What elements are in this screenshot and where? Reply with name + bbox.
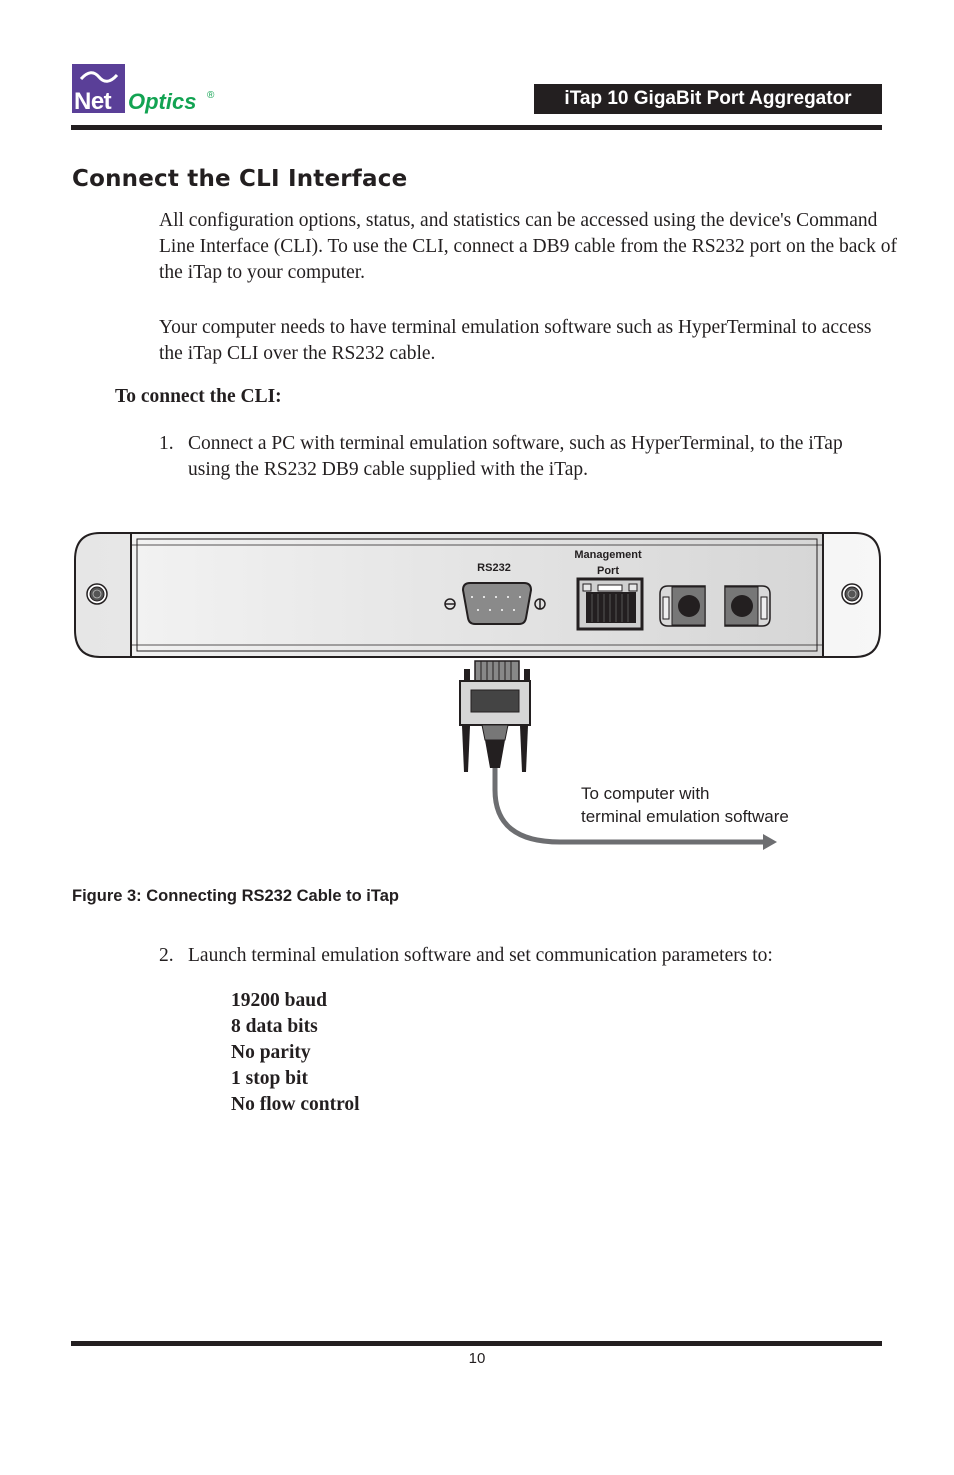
step-number: 1. xyxy=(159,433,174,454)
management-label-line1: Management xyxy=(574,549,642,561)
management-rj45-port-icon xyxy=(576,577,644,631)
param-data-bits: 8 data bits xyxy=(231,1016,318,1037)
step-1: 1. Connect a PC with terminal emulation … xyxy=(159,431,889,483)
registered-mark: ® xyxy=(207,90,215,101)
intro-paragraph: All configuration options, status, and s… xyxy=(159,210,897,283)
cable-line xyxy=(492,768,765,845)
figure-caption: Figure 3: Connecting RS232 Cable to iTap xyxy=(72,887,399,905)
param-stop-bit: 1 stop bit xyxy=(231,1068,308,1089)
logo-net-text: Net xyxy=(74,88,112,115)
sfp-port-1-icon xyxy=(659,585,706,627)
page-number: 10 xyxy=(468,1350,486,1367)
param-flow-control: No flow control xyxy=(231,1094,360,1115)
rs232-label: RS232 xyxy=(477,562,511,574)
rs232-connection-diagram: RS232 Management Port To computer with t… xyxy=(74,532,881,850)
arrow-right-icon xyxy=(763,834,777,850)
computer-label-line2: terminal emulation software xyxy=(581,807,789,826)
communication-parameters: 19200 baud 8 data bits No parity 1 stop … xyxy=(231,988,360,1118)
sfp-port-2-icon xyxy=(724,585,771,627)
wave-icon xyxy=(80,71,118,83)
netoptics-logo: Net Optics ® xyxy=(72,64,222,116)
procedure-heading: To connect the CLI: xyxy=(115,386,282,407)
param-parity: No parity xyxy=(231,1042,311,1063)
mount-screw-left-icon xyxy=(86,583,108,605)
step-text: Launch terminal emulation software and s… xyxy=(188,945,773,966)
section-title: Connect the CLI Interface xyxy=(72,166,408,192)
computer-label-line1: To computer with xyxy=(581,784,710,803)
step-text: Connect a PC with terminal emulation sof… xyxy=(188,433,843,480)
management-label-line2: Port xyxy=(597,565,619,577)
param-baud: 19200 baud xyxy=(231,990,327,1011)
product-title: iTap 10 GigaBit Port Aggregator xyxy=(534,84,882,114)
mount-screw-right-icon xyxy=(841,583,863,605)
header-rule xyxy=(71,125,882,130)
step-number: 2. xyxy=(159,945,174,966)
footer-rule xyxy=(71,1341,882,1346)
step-2: 2. Launch terminal emulation software an… xyxy=(159,943,889,969)
logo-box: Net xyxy=(72,64,125,115)
logo-optics-text: Optics xyxy=(128,89,197,114)
requirements-paragraph: Your computer needs to have terminal emu… xyxy=(159,317,872,364)
db9-cable-connector-icon xyxy=(459,660,531,772)
